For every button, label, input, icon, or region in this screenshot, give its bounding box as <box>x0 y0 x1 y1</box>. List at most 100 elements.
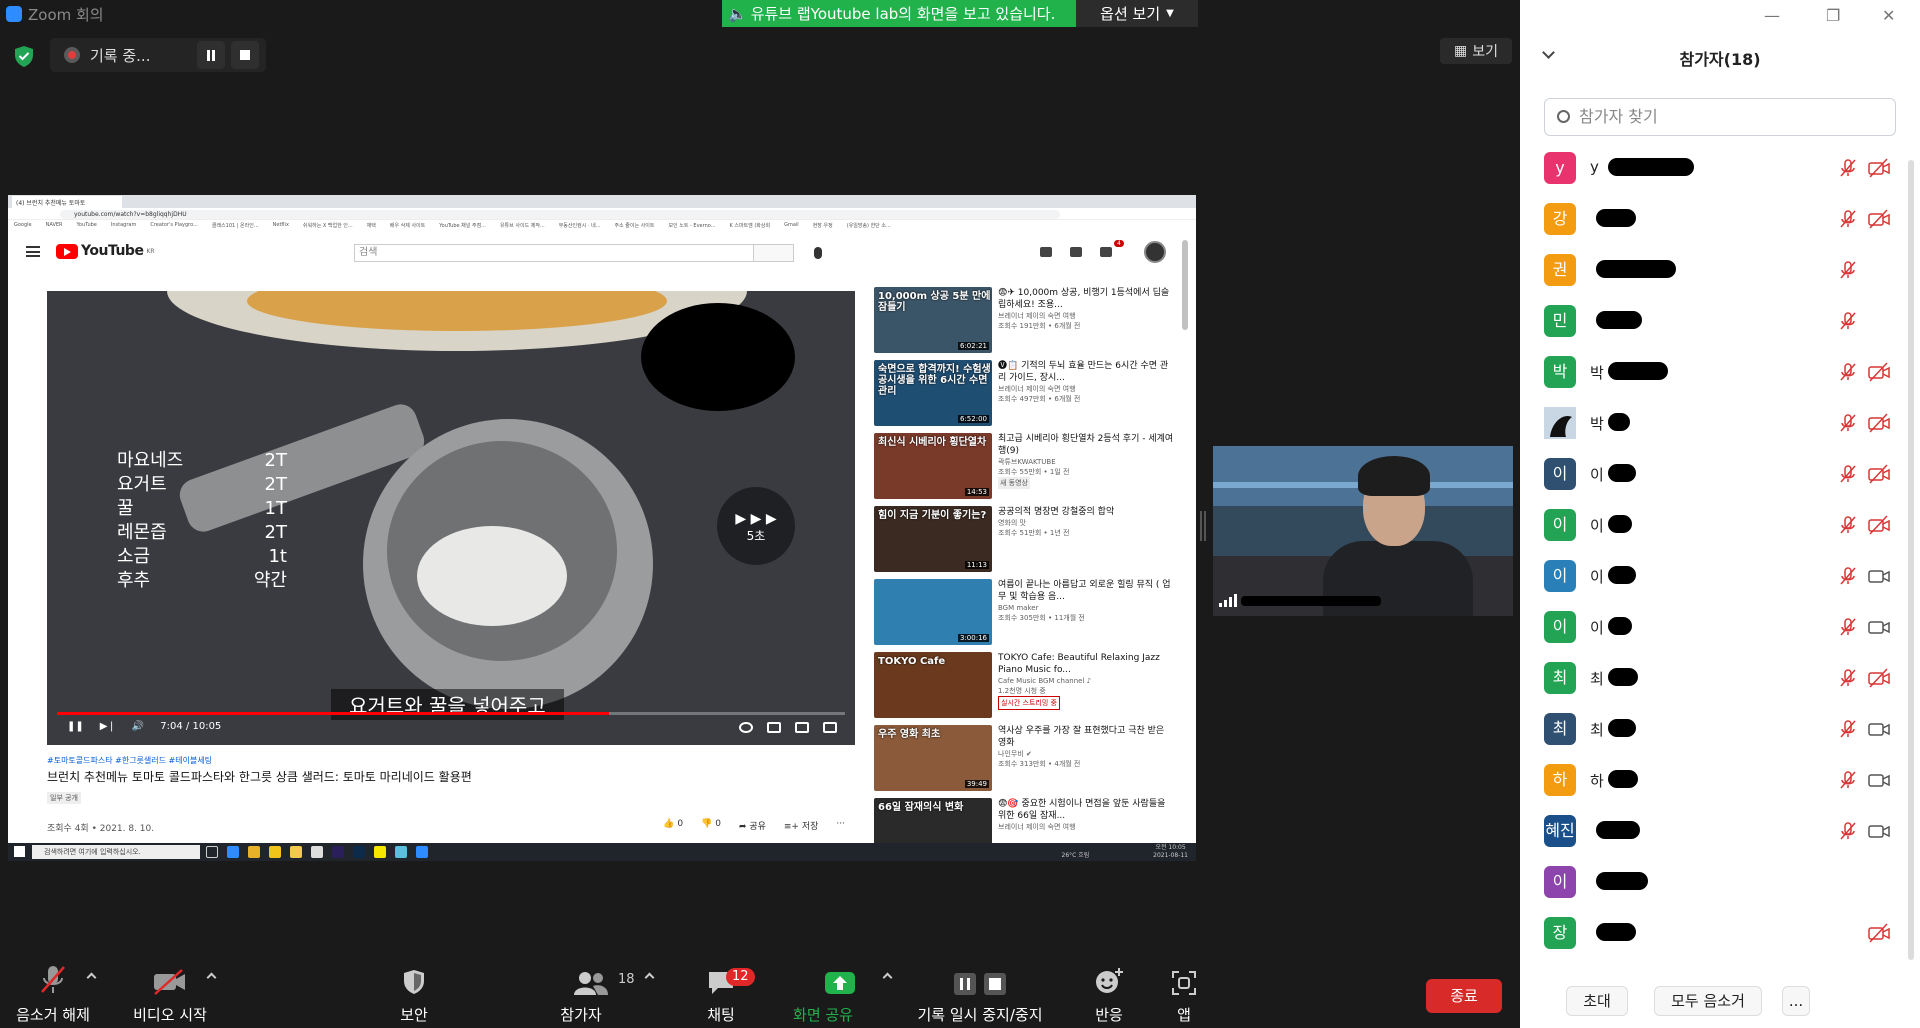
video-off-icon[interactable] <box>1868 668 1890 688</box>
bookmark-item[interactable]: 쉬워하는 X 백업한 인... <box>303 222 353 229</box>
app-icon-2[interactable] <box>395 846 407 858</box>
premiere-icon[interactable] <box>332 846 344 858</box>
edge-icon[interactable] <box>227 846 239 858</box>
fullscreen-icon[interactable] <box>823 722 837 733</box>
participant-row[interactable]: 하하 <box>1520 756 1900 807</box>
video-on-icon[interactable] <box>1868 770 1890 790</box>
pause-recording-button[interactable] <box>197 41 225 69</box>
participant-row[interactable]: 혜진 <box>1520 807 1900 858</box>
video-on-icon[interactable] <box>1868 821 1890 841</box>
store-icon[interactable] <box>311 846 323 858</box>
share-button[interactable]: ➦ 공유 <box>739 819 766 832</box>
kakao-icon[interactable] <box>374 846 386 858</box>
participant-row[interactable]: 강 <box>1520 195 1900 246</box>
browser-tab[interactable]: (4) 브런치 추천메뉴 토마토 <box>12 196 122 208</box>
audio-options-caret[interactable] <box>86 972 97 983</box>
youtube-search-input[interactable]: 검색 <box>354 244 754 262</box>
apps-icon[interactable] <box>1070 247 1082 257</box>
recommended-video-title[interactable]: 공공의적 명장면 강철중의 합악 <box>998 506 1174 518</box>
bookmark-item[interactable]: Netflix <box>273 222 289 228</box>
bookmark-item[interactable]: 현장 우정 <box>813 222 833 229</box>
channel-name[interactable]: 브레이너 제이의 숙면 여행 <box>998 384 1174 394</box>
bookmark-item[interactable]: 재택 <box>367 222 376 229</box>
view-button[interactable]: ▦ 보기 <box>1440 38 1512 64</box>
muted-mic-icon[interactable] <box>1838 821 1858 841</box>
participant-search-input[interactable]: 참가자 찾기 <box>1544 98 1896 136</box>
recommended-video-title[interactable]: 😨🎯 중요한 시험이나 면접을 앞둔 사람들을 위한 66일 잠재... <box>998 798 1174 822</box>
create-video-icon[interactable] <box>1040 247 1052 257</box>
settings-icon[interactable] <box>739 722 753 733</box>
bookmark-item[interactable]: Google <box>14 222 32 228</box>
mute-all-button[interactable]: 모두 음소거 <box>1654 986 1762 1016</box>
like-button[interactable]: 👍 0 <box>663 819 683 832</box>
participants-options-caret[interactable] <box>644 972 655 983</box>
channel-name[interactable]: BGM maker <box>998 603 1174 613</box>
bookmark-item[interactable]: 부동산인컴시 · 네... <box>559 222 601 229</box>
unmute-button[interactable]: 음소거 해제 <box>8 958 98 1028</box>
more-options-button[interactable]: ... <box>1782 986 1810 1016</box>
recommended-video[interactable]: 힘이 지금 기분이 좋기는? 11:13 공공의적 명장면 강철중의 합악 영화의 맛… <box>874 506 1174 579</box>
channel-name[interactable]: 나인무비 ✔ <box>998 749 1174 759</box>
zoom-taskbar-icon[interactable] <box>416 846 428 858</box>
video-off-icon[interactable] <box>1868 464 1890 484</box>
view-options-button[interactable]: 옵션 보기 ▼ <box>1076 0 1198 27</box>
skip-forward-button[interactable]: ▶ ▶ ▶ 5초 <box>717 487 795 565</box>
bookmark-item[interactable]: Creator's Playgro... <box>150 222 198 228</box>
bookmark-item[interactable]: 클래스101 | 온라인... <box>212 222 259 229</box>
muted-mic-icon[interactable] <box>1838 260 1858 280</box>
video-off-icon[interactable] <box>1868 158 1890 178</box>
channel-name[interactable]: 곽튜브KWAKTUBE <box>998 457 1174 467</box>
recommended-video-title[interactable]: TOKYO Cafe: Beautiful Relaxing Jazz Pian… <box>998 652 1174 676</box>
file-explorer-icon[interactable] <box>290 846 302 858</box>
muted-mic-icon[interactable] <box>1838 617 1858 637</box>
participant-row[interactable]: 최최 <box>1520 705 1900 756</box>
recommended-video-title[interactable]: 😨✈ 10,000m 상공, 비행기 1등석에서 딥슬립하세요! 조용... <box>998 287 1174 311</box>
video-thumbnail[interactable]: 3:00:16 <box>874 579 992 645</box>
recommended-video-title[interactable]: 최고급 시베리아 횡단열차 2등석 후기 - 세계여행(9) <box>998 433 1174 457</box>
close-window-icon[interactable]: ✕ <box>1882 6 1895 25</box>
recommended-video[interactable]: 10,000m 상공 5분 만에 잠들기 6:02:21 😨✈ 10,000m 상공… <box>874 287 1174 360</box>
muted-mic-icon[interactable] <box>1838 311 1858 331</box>
miniplayer-icon[interactable] <box>767 722 781 733</box>
recommended-video[interactable]: 우주 영화 최초 39:49 역사상 우주를 가장 잘 표현했다고 극찬 받은 영화… <box>874 725 1174 798</box>
participant-row[interactable]: 최최 <box>1520 654 1900 705</box>
task-view-icon[interactable] <box>206 846 218 858</box>
account-avatar[interactable] <box>1144 241 1166 263</box>
recommended-video[interactable]: 3:00:16 여름이 끝나는 아름답고 외로운 힐링 뮤직 ( 업무 및 학습용… <box>874 579 1174 652</box>
recommended-video[interactable]: 숙면으로 합격까지! 수험생 공시생을 위한 6시간 수면관리 6:52:00 🅥📋… <box>874 360 1174 433</box>
participant-row[interactable]: 장 <box>1520 909 1900 960</box>
youtube-logo[interactable]: YouTube KR <box>56 243 155 259</box>
recommended-video[interactable]: TOKYO Cafe TOKYO Cafe: Beautiful Relaxing… <box>874 652 1174 725</box>
participant-row[interactable]: yy <box>1520 144 1900 195</box>
bookmark-item[interactable]: (유일방송) 한단 소... <box>847 222 891 229</box>
participant-row[interactable]: 이이 <box>1520 603 1900 654</box>
split-drag-handle[interactable] <box>1200 511 1206 541</box>
muted-mic-icon[interactable] <box>1838 719 1858 739</box>
muted-mic-icon[interactable] <box>1838 566 1858 586</box>
bookmark-item[interactable]: 배우 삭제 사이트 <box>390 222 425 229</box>
video-off-icon[interactable] <box>1868 515 1890 535</box>
video-on-icon[interactable] <box>1868 617 1890 637</box>
video-on-icon[interactable] <box>1868 719 1890 739</box>
participant-row[interactable]: 민 <box>1520 297 1900 348</box>
pause-icon[interactable]: ❚❚ <box>67 721 84 732</box>
participant-video-tile[interactable] <box>1213 446 1513 616</box>
minimize-window-icon[interactable]: — <box>1764 6 1780 25</box>
muted-mic-icon[interactable] <box>1838 362 1858 382</box>
video-thumbnail[interactable]: 힘이 지금 기분이 좋기는? 11:13 <box>874 506 992 572</box>
muted-mic-icon[interactable] <box>1838 158 1858 178</box>
bookmark-item[interactable]: K 스마트엠 (화상회 <box>729 222 770 229</box>
participant-list-scrollbar[interactable] <box>1908 160 1914 960</box>
save-button[interactable]: ≡+ 저장 <box>784 819 819 832</box>
muted-mic-icon[interactable] <box>1838 668 1858 688</box>
windows-start-icon[interactable] <box>14 846 25 857</box>
photoshop-icon[interactable] <box>353 846 365 858</box>
security-button[interactable]: 보안 <box>374 958 454 1028</box>
bookmark-item[interactable]: 모인 노트 - Everno... <box>668 222 715 229</box>
muted-mic-icon[interactable] <box>1838 209 1858 229</box>
dislike-button[interactable]: 👎 0 <box>701 819 721 832</box>
invite-button[interactable]: 초대 <box>1566 986 1628 1016</box>
url-field[interactable]: youtube.com/watch?v=b8gliqqhjDHU <box>60 210 1060 219</box>
end-meeting-button[interactable]: 종료 <box>1426 979 1502 1013</box>
video-off-icon[interactable] <box>1868 362 1890 382</box>
